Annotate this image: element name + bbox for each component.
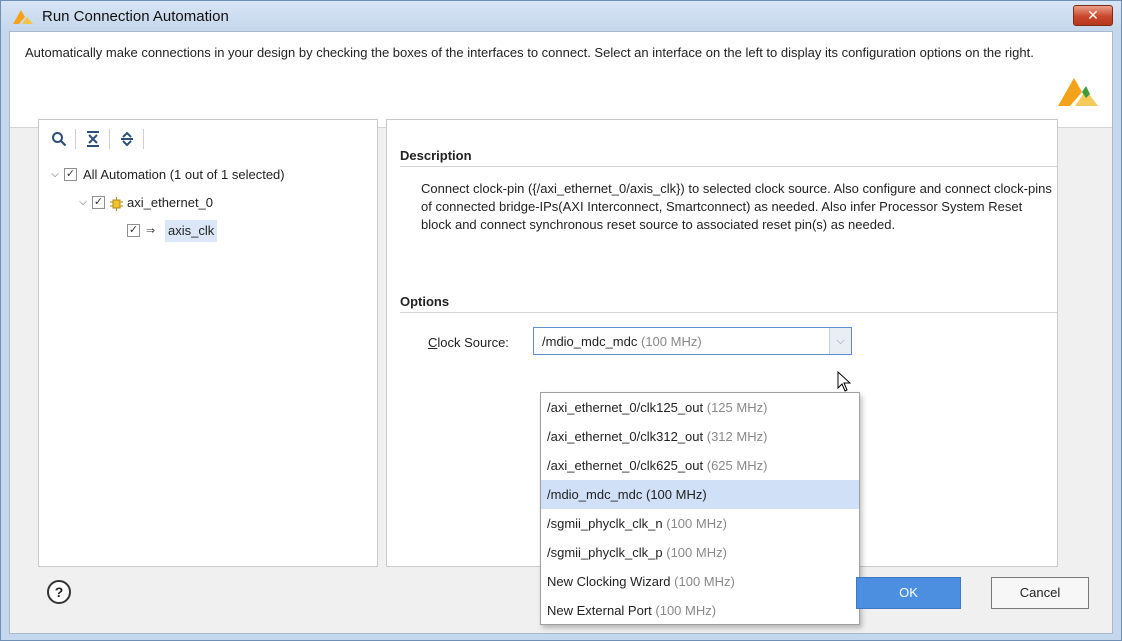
help-button[interactable]: ? [47, 580, 71, 604]
header-area: Automatically make connections in your d… [10, 32, 1112, 128]
options-heading: Options [400, 294, 450, 309]
clock-source-select[interactable]: /mdio_mdc_mdc (100 MHz) ⌵ [533, 327, 852, 355]
dialog-window: Run Connection Automation ✕ Automaticall… [0, 0, 1122, 641]
tree-item-axi-ethernet[interactable]: ⌵ ✓ axi_ethernet_0 [39, 192, 377, 214]
description-text: Connect clock-pin ({/axi_ethernet_0/axis… [421, 181, 1052, 232]
ok-button[interactable]: OK [856, 577, 961, 609]
toolbar-separator [75, 129, 76, 149]
dropdown-option[interactable]: /axi_ethernet_0/clk312_out (312 MHz) [541, 422, 859, 451]
mouse-cursor-icon [837, 371, 851, 392]
section-divider [400, 312, 1057, 313]
dropdown-option[interactable]: /sgmii_phyclk_clk_n (100 MHz) [541, 509, 859, 538]
dropdown-option[interactable]: /axi_ethernet_0/clk625_out (625 MHz) [541, 451, 859, 480]
dropdown-option[interactable]: /axi_ethernet_0/clk125_out (125 MHz) [541, 393, 859, 422]
checkbox-all-automation[interactable]: ✓ [64, 168, 77, 181]
clock-source-value: /mdio_mdc_mdc (100 MHz) [542, 334, 702, 349]
dropdown-option-selected[interactable]: /mdio_mdc_mdc (100 MHz) [541, 480, 859, 509]
dropdown-option[interactable]: /sgmii_phyclk_clk_p (100 MHz) [541, 538, 859, 567]
description-heading: Description [400, 148, 472, 163]
chevron-down-icon[interactable]: ⌵ [49, 164, 61, 186]
close-button[interactable]: ✕ [1073, 5, 1113, 26]
chevron-down-icon[interactable]: ⌵ [829, 328, 851, 354]
checkbox-axis-clk[interactable]: ✓ [127, 224, 140, 237]
tree-item-label: axis_clk [165, 220, 218, 242]
tree-item-label: All Automation (1 out of 1 selected) [83, 167, 285, 182]
ip-block-icon [110, 196, 123, 211]
dropdown-option[interactable]: New External Port (100 MHz) [541, 596, 859, 625]
collapse-all-icon[interactable] [83, 129, 103, 149]
interface-tree-panel: ⌵ ✓ All Automation (1 out of 1 selected)… [38, 119, 378, 567]
dropdown-option[interactable]: New Clocking Wizard (100 MHz) [541, 567, 859, 596]
dialog-title: Run Connection Automation [42, 8, 229, 25]
clock-source-label: Clock Source: [428, 335, 509, 350]
clock-source-dropdown: /axi_ethernet_0/clk125_out (125 MHz) /ax… [540, 392, 860, 625]
tree-item-all-automation[interactable]: ⌵ ✓ All Automation (1 out of 1 selected) [39, 164, 377, 186]
clock-pin-icon: ⇒ [146, 225, 156, 237]
checkbox-axi-ethernet[interactable]: ✓ [92, 196, 105, 209]
expand-all-icon[interactable] [117, 129, 137, 149]
tree-toolbar [39, 120, 377, 160]
section-divider [400, 166, 1057, 167]
chevron-down-icon[interactable]: ⌵ [77, 192, 89, 214]
title-bar[interactable]: Run Connection Automation ✕ [1, 1, 1121, 31]
toolbar-separator [109, 129, 110, 149]
search-icon[interactable] [49, 129, 69, 149]
vivado-logo-icon [13, 10, 33, 24]
header-description: Automatically make connections in your d… [25, 45, 1034, 60]
tree-item-label: axi_ethernet_0 [127, 195, 214, 210]
toolbar-separator [143, 129, 144, 149]
cancel-button[interactable]: Cancel [991, 577, 1089, 609]
tree-item-axis-clk[interactable]: ✓ ⇒ axis_clk [39, 220, 377, 242]
vivado-logo-icon [1058, 78, 1098, 106]
